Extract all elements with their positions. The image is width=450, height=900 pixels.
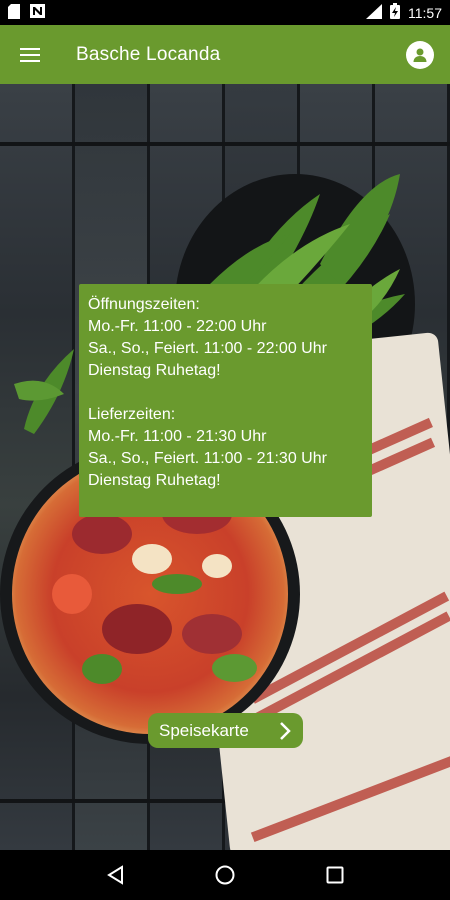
network-lte-icon: [366, 3, 382, 22]
arugula-sprig: [14, 349, 74, 434]
menu-card-label: Speisekarte: [159, 720, 249, 740]
opening-hours-line: Mo.-Fr. 11:00 - 22:00 Uhr: [88, 318, 267, 335]
status-bar: 11:57: [0, 0, 450, 25]
file-icon: [8, 3, 20, 22]
delivery-hours-line: Mo.-Fr. 11:00 - 21:30 Uhr: [88, 428, 267, 445]
status-time: 11:57: [408, 4, 442, 21]
n-notification-icon: [30, 4, 45, 21]
app-bar: Basche Locanda: [0, 25, 450, 84]
hamburger-menu-icon[interactable]: [16, 41, 44, 69]
battery-charging-icon: [390, 3, 400, 22]
recents-icon[interactable]: [315, 855, 355, 895]
system-nav-bar: [0, 850, 450, 900]
delivery-hours-line: Sa., So., Feiert. 11:00 - 21:30 Uhr: [88, 450, 327, 467]
hero-image: Öffnungszeiten: Mo.-Fr. 11:00 - 22:00 Uh…: [0, 84, 450, 850]
menu-card-button[interactable]: Speisekarte: [148, 713, 303, 748]
chevron-right-icon: [279, 721, 291, 741]
opening-hours-line: Sa., So., Feiert. 11:00 - 22:00 Uhr: [88, 340, 327, 357]
app-title: Basche Locanda: [76, 43, 221, 65]
account-icon[interactable]: [406, 40, 434, 69]
back-icon[interactable]: [95, 855, 135, 895]
opening-hours-line: Dienstag Ruhetag!: [88, 362, 221, 379]
opening-hours-box: Öffnungszeiten: Mo.-Fr. 11:00 - 22:00 Uh…: [79, 284, 372, 517]
home-icon[interactable]: [205, 855, 245, 895]
delivery-hours-line: Dienstag Ruhetag!: [88, 472, 221, 489]
delivery-hours-title: Lieferzeiten:: [88, 406, 176, 423]
opening-hours-title: Öffnungszeiten:: [88, 296, 200, 313]
